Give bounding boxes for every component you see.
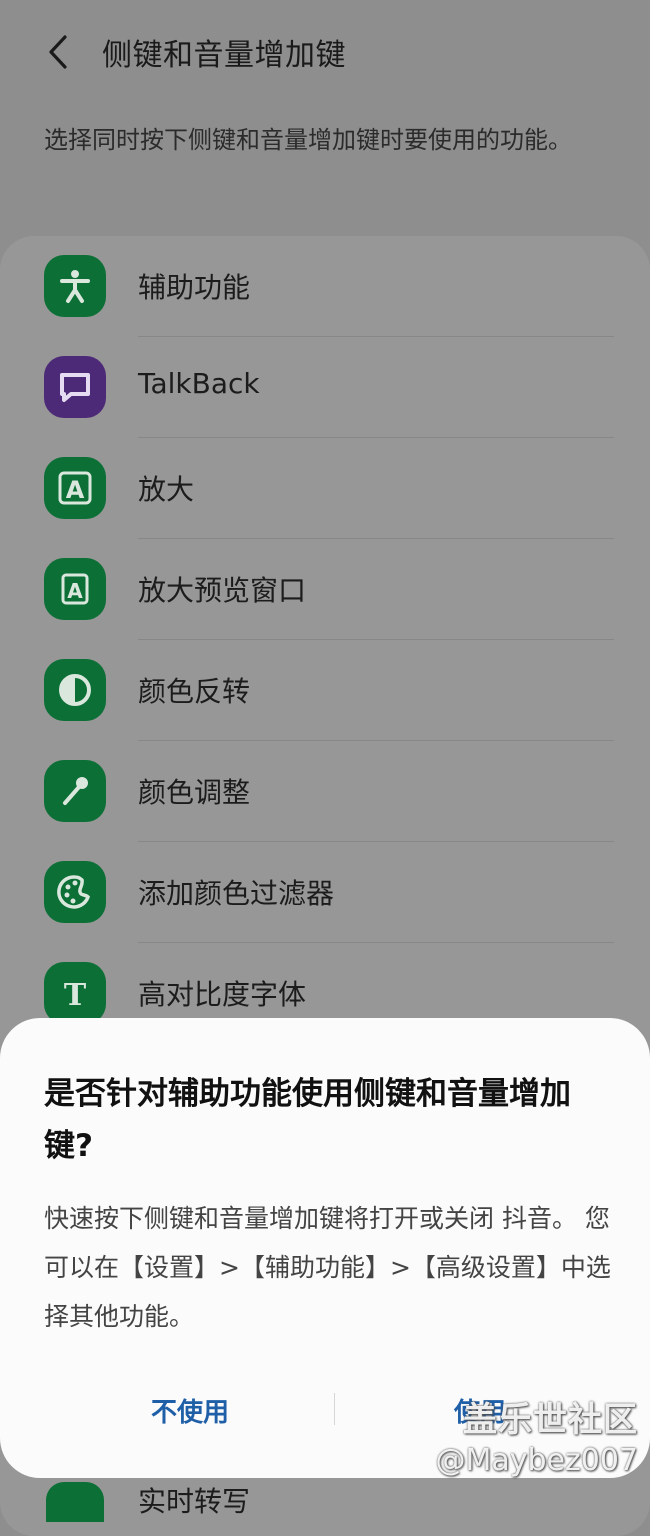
dialog-body: 快速按下侧键和音量增加键将打开或关闭 抖音。 您可以在【设置】>【辅助功能】>【… — [44, 1204, 611, 1331]
list-item-invert-colors[interactable]: 颜色反转 — [0, 640, 650, 741]
list-item-label: 放大 — [138, 473, 195, 506]
list-item-label: TalkBack — [138, 367, 260, 400]
color-adjust-icon — [44, 760, 106, 822]
color-filter-icon — [44, 861, 106, 923]
list-item-talkback[interactable]: TalkBack — [0, 337, 650, 438]
list-item-label: 颜色调整 — [138, 776, 251, 809]
back-button[interactable] — [34, 28, 82, 76]
header: 侧键和音量增加键 — [0, 0, 650, 110]
watermark-title: 盖乐世社区 — [463, 1400, 638, 1440]
list-item-label: 添加颜色过滤器 — [138, 877, 335, 910]
svg-text:A: A — [67, 579, 83, 603]
watermark: 盖乐世社区 @Maybez007 — [435, 1392, 638, 1478]
magnifier-window-icon: A — [44, 558, 106, 620]
list-item-label: 实时转写 — [138, 1485, 251, 1518]
watermark-user: @Maybez007 — [435, 1443, 638, 1478]
list-item-label: 颜色反转 — [138, 675, 251, 708]
list-item-accessibility[interactable]: 辅助功能 — [0, 236, 650, 337]
dialog-title: 是否针对辅助功能使用侧键和音量增加键? — [44, 1076, 571, 1164]
list-item-label: 放大预览窗口 — [138, 574, 307, 607]
chevron-left-icon — [49, 35, 67, 69]
page-title: 侧键和音量增加键 — [102, 38, 346, 73]
list-item-color-adjust[interactable]: 颜色调整 — [0, 741, 650, 842]
talkback-icon — [44, 356, 106, 418]
list-item-color-filter[interactable]: 添加颜色过滤器 — [0, 842, 650, 943]
list-item-magnify[interactable]: A 放大 — [0, 438, 650, 539]
invert-colors-icon — [44, 659, 106, 721]
dont-use-button[interactable]: 不使用 — [120, 1390, 260, 1430]
list-item-magnifier-window[interactable]: A 放大预览窗口 — [0, 539, 650, 640]
button-divider — [334, 1393, 335, 1425]
svg-text:T: T — [64, 978, 87, 1013]
live-transcribe-icon — [46, 1482, 104, 1522]
list-item-live-transcribe[interactable]: 实时转写 — [0, 1478, 650, 1522]
list-item-label: 高对比度字体 — [138, 978, 307, 1011]
high-contrast-font-icon: T — [44, 962, 106, 1024]
list-item-label: 辅助功能 — [138, 271, 251, 304]
magnify-icon: A — [44, 457, 106, 519]
accessibility-icon — [44, 255, 106, 317]
page-description: 选择同时按下侧键和音量增加键时要使用的功能。 — [44, 126, 572, 154]
svg-text:A: A — [66, 476, 85, 504]
